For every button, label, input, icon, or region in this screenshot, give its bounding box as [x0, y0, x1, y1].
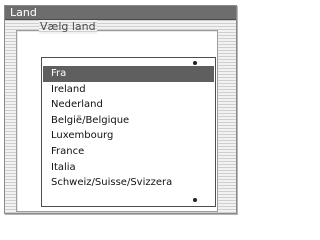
country-option[interactable]: België/Belgique	[43, 113, 214, 129]
country-options: Fra Ireland Nederland België/Belgique Lu…	[43, 66, 214, 191]
scroll-down-indicator-icon[interactable]	[193, 198, 197, 202]
country-option[interactable]: Schweiz/Suisse/Svizzera	[43, 175, 214, 191]
country-option[interactable]: Italia	[43, 160, 214, 176]
country-dialog: Land Vælg land Fra Ireland Nederland Bel…	[4, 5, 237, 214]
country-option-selected[interactable]: Fra	[43, 66, 214, 82]
country-option[interactable]: France	[43, 144, 214, 160]
title-bar: Land	[5, 6, 236, 20]
country-listbox[interactable]: Fra Ireland Nederland België/Belgique Lu…	[41, 57, 216, 207]
window-title: Land	[10, 6, 37, 19]
group-label: Vælg land	[39, 20, 97, 34]
country-option[interactable]: Ireland	[43, 82, 214, 98]
country-option[interactable]: Nederland	[43, 97, 214, 113]
scroll-up-indicator-icon[interactable]	[193, 61, 197, 65]
country-option[interactable]: Luxembourg	[43, 128, 214, 144]
